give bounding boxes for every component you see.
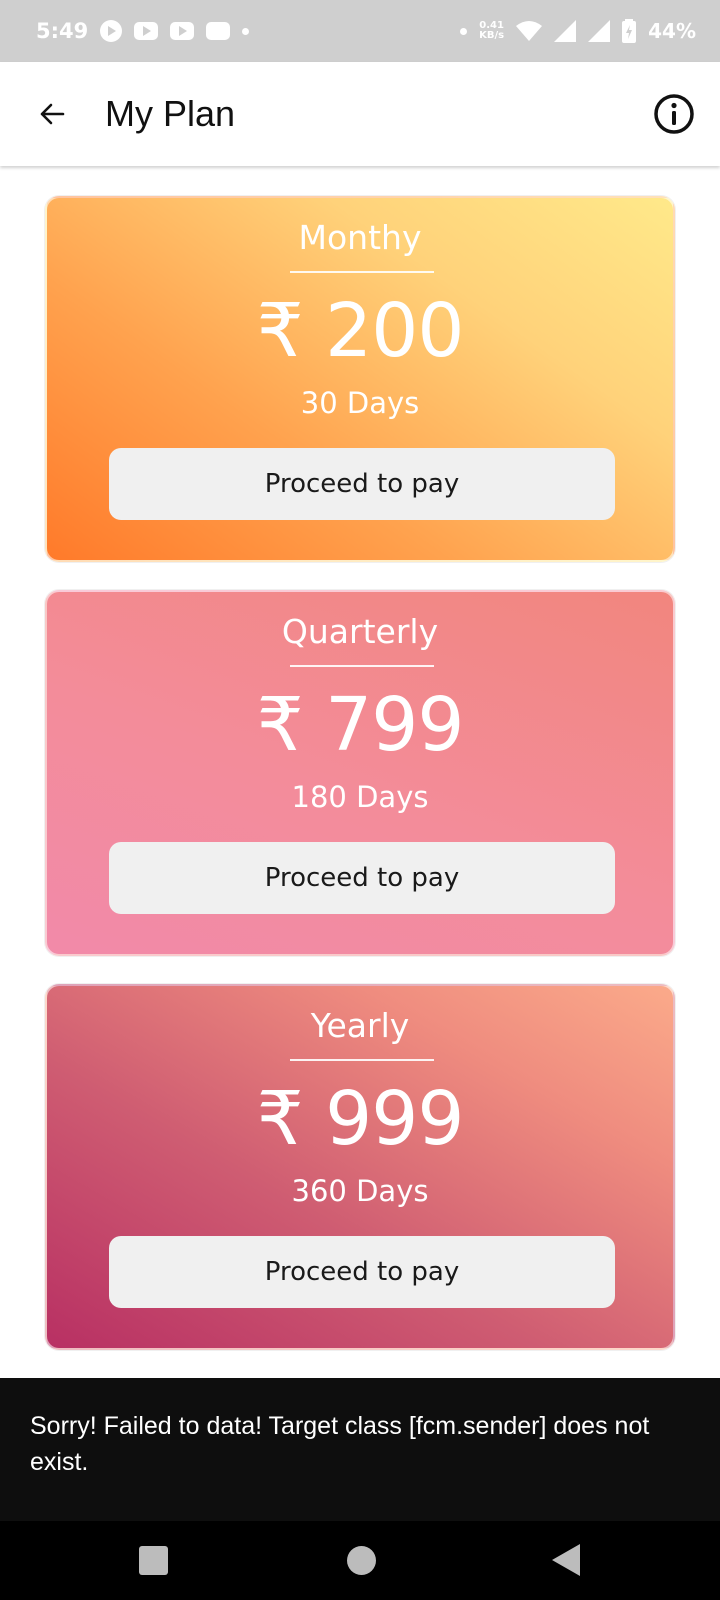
plan-duration: 30 Days — [300, 386, 420, 420]
status-bar: 5:49 0.41 KB/s 44% — [0, 0, 720, 62]
back-button[interactable] — [28, 90, 76, 138]
notification-dot-icon — [242, 27, 250, 35]
network-speed: 0.41 KB/s — [479, 21, 504, 41]
info-icon — [654, 94, 694, 134]
plan-name-divider — [290, 271, 434, 273]
network-speed-unit: KB/s — [479, 30, 505, 41]
plan-name-divider — [290, 665, 434, 667]
recent-apps-icon[interactable] — [139, 1546, 168, 1575]
signal-icon — [554, 20, 577, 42]
system-nav-bar — [0, 1521, 720, 1600]
plan-price: ₹ 999 — [256, 1076, 465, 1162]
plan-price: ₹ 200 — [256, 288, 465, 374]
home-icon[interactable] — [347, 1546, 376, 1575]
status-time: 5:49 — [36, 19, 89, 43]
app-icon — [206, 22, 231, 40]
proceed-to-pay-button[interactable]: Proceed to pay — [109, 1236, 615, 1308]
proceed-to-pay-button[interactable]: Proceed to pay — [109, 448, 615, 520]
plan-name: Yearly — [310, 1006, 410, 1045]
app-bar: My Plan — [0, 62, 720, 166]
plan-name-divider — [290, 1059, 434, 1061]
page-title: My Plan — [105, 93, 236, 134]
battery-percentage: 44% — [648, 19, 696, 43]
plan-price: ₹ 799 — [256, 682, 465, 768]
wifi-icon — [516, 20, 543, 42]
plan-card-quarterly: Quarterly ₹ 799 180 Days Proceed to pay — [45, 590, 675, 956]
plan-name: Monthy — [298, 218, 422, 257]
back-icon[interactable] — [552, 1544, 580, 1576]
status-bar-right: 0.41 KB/s 44% — [460, 19, 696, 43]
battery-charging-icon — [622, 19, 637, 43]
arrow-left-icon — [40, 103, 65, 125]
info-button[interactable] — [652, 92, 696, 136]
proceed-to-pay-button[interactable]: Proceed to pay — [109, 842, 615, 914]
plan-duration: 360 Days — [291, 1174, 429, 1208]
snackbar-message: Sorry! Failed to data! Target class [fcm… — [30, 1412, 650, 1476]
app-icon — [100, 20, 123, 42]
plan-card-monthly: Monthy ₹ 200 30 Days Proceed to pay — [45, 196, 675, 562]
youtube-icon — [134, 22, 159, 40]
plan-duration: 180 Days — [291, 780, 429, 814]
error-snackbar: Sorry! Failed to data! Target class [fcm… — [0, 1378, 720, 1521]
status-bar-left: 5:49 — [36, 19, 250, 43]
plan-card-yearly: Yearly ₹ 999 360 Days Proceed to pay — [45, 984, 675, 1350]
plan-name: Quarterly — [281, 612, 439, 651]
youtube-icon — [170, 22, 195, 40]
notification-dot-icon — [460, 27, 468, 35]
signal-icon — [588, 20, 611, 42]
